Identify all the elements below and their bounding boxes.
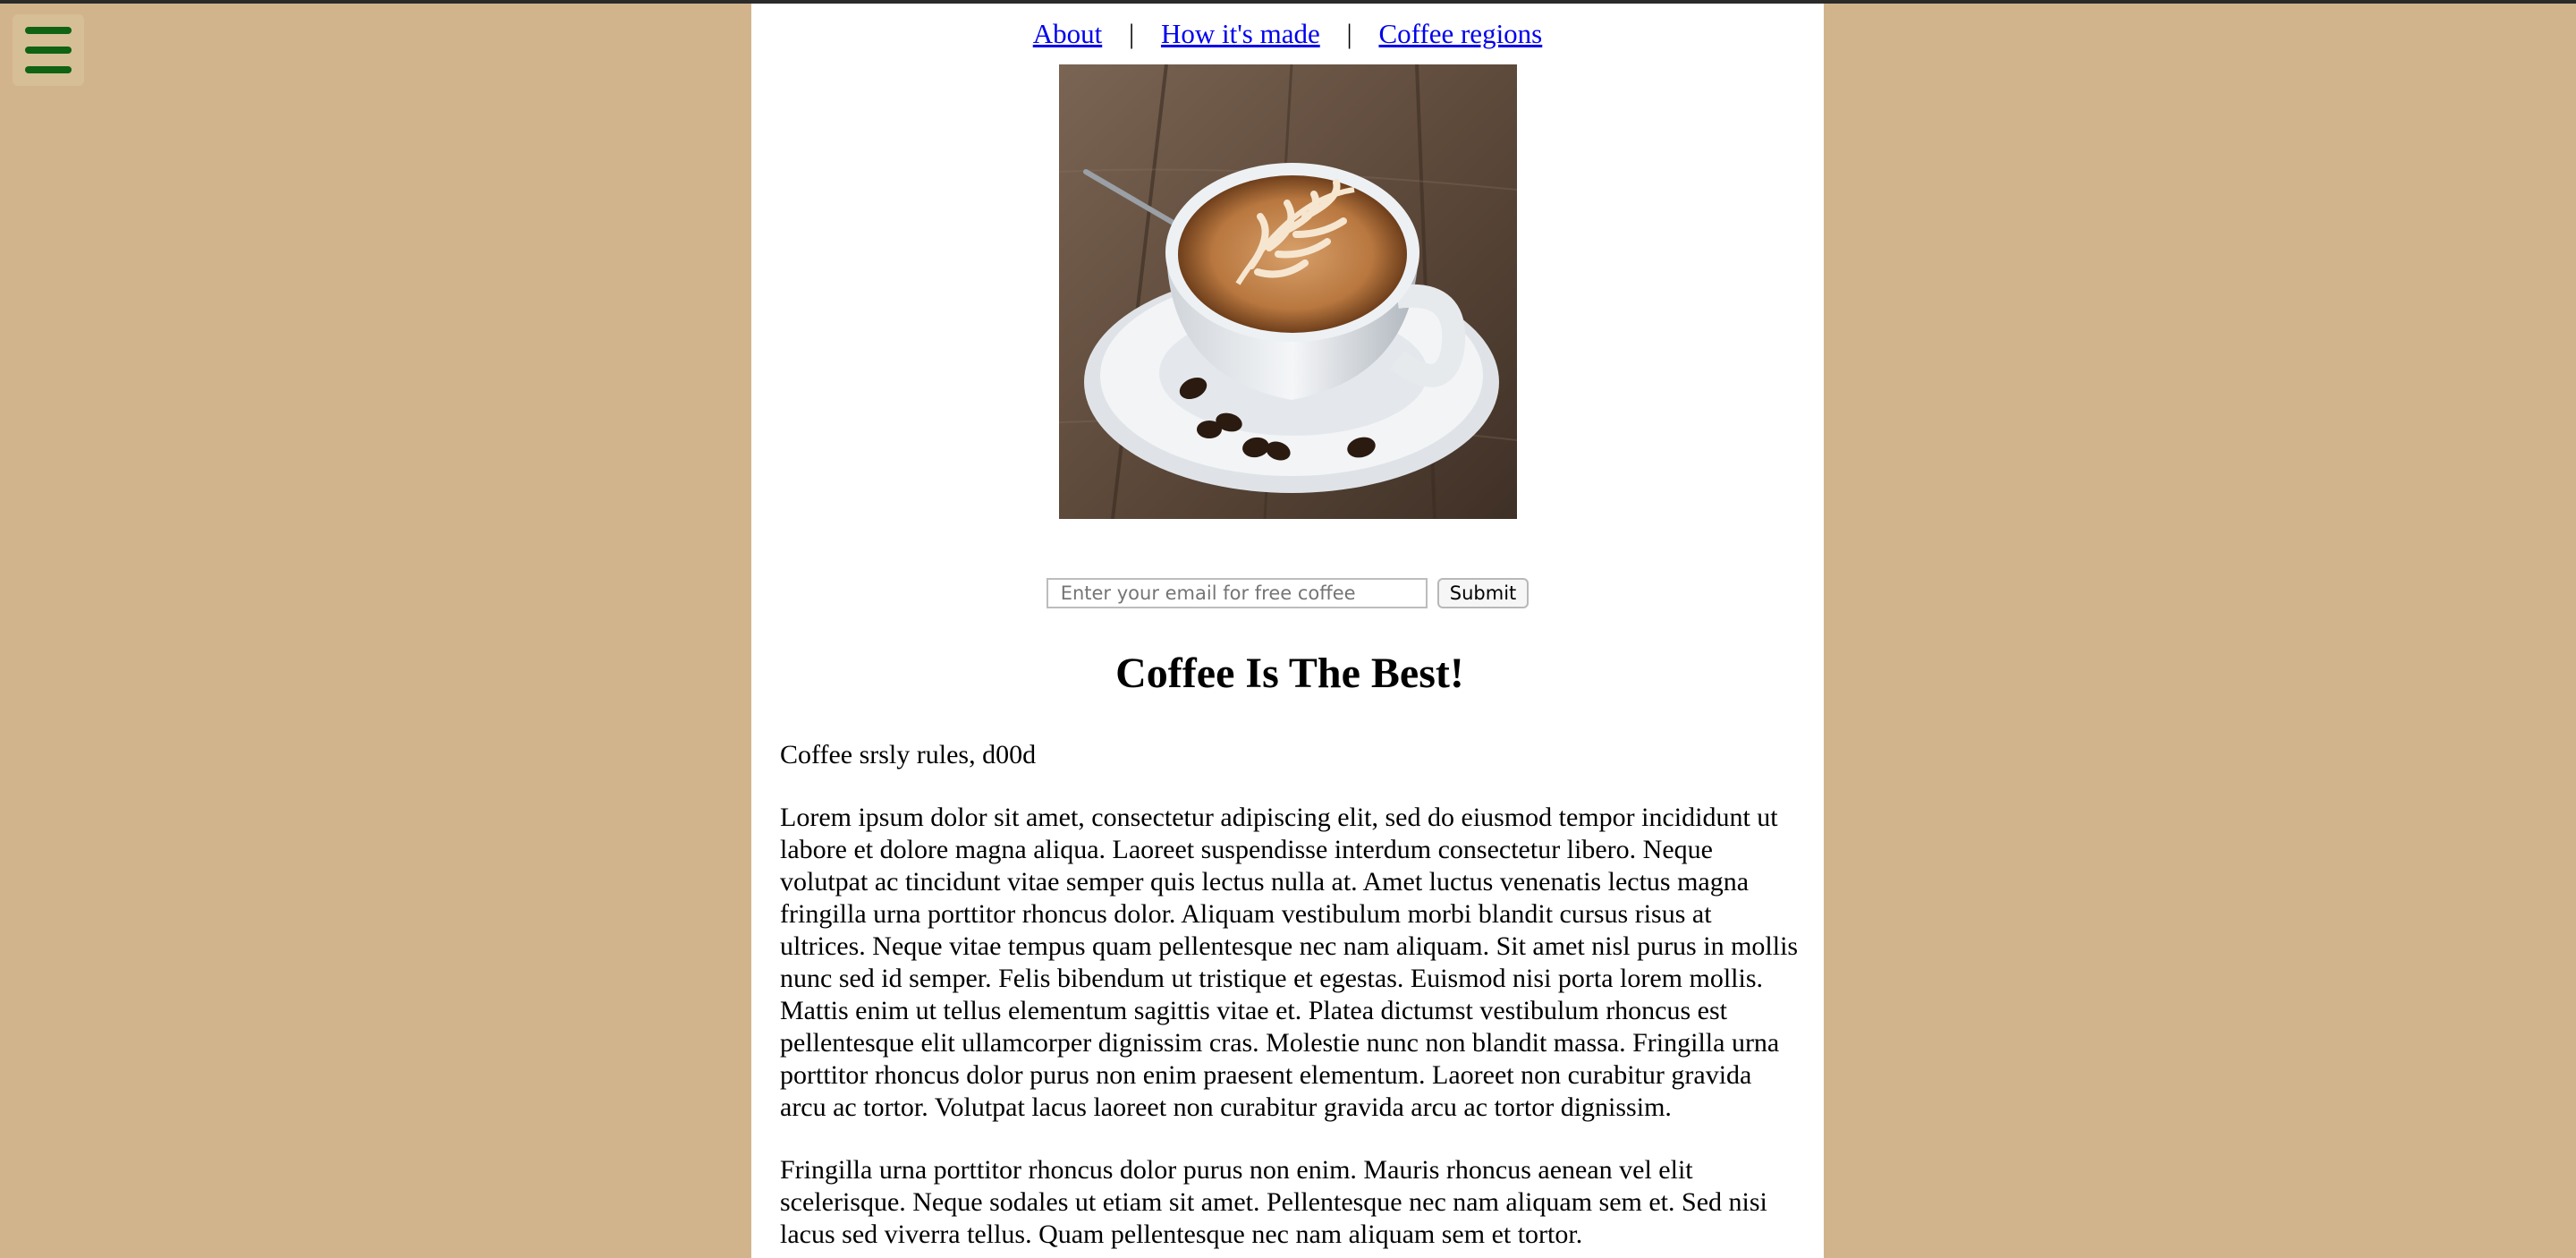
article-paragraph: Lorem ipsum dolor sit amet, consectetur … bbox=[780, 803, 1799, 1122]
menu-bar-line bbox=[25, 47, 72, 54]
hamburger-menu-icon[interactable] bbox=[13, 14, 84, 86]
page-title: Coffee Is The Best! bbox=[1115, 650, 1464, 697]
submit-button[interactable]: Submit bbox=[1436, 578, 1530, 608]
nav-link-about[interactable]: About bbox=[1033, 18, 1103, 49]
nav-separator: | bbox=[1128, 18, 1135, 49]
article: Coffee Is The Best! Coffee srsly rules, … bbox=[780, 644, 1800, 1258]
menu-bar-line bbox=[25, 66, 72, 73]
tagline: Coffee srsly rules, d00d bbox=[780, 740, 1037, 769]
article-paragraph: Fringilla urna porttitor rhoncus dolor p… bbox=[780, 1155, 1767, 1249]
hero-coffee-image bbox=[1059, 64, 1517, 519]
window-top-edge bbox=[0, 0, 2576, 4]
email-input[interactable] bbox=[1046, 578, 1428, 608]
top-nav: About | How it's made | Coffee regions bbox=[751, 16, 1824, 52]
nav-separator: | bbox=[1346, 18, 1352, 49]
latte-cup-illustration bbox=[1059, 64, 1517, 519]
main-content-column: About | How it's made | Coffee regions E… bbox=[751, 4, 1824, 1258]
email-signup-form: Submit bbox=[751, 578, 1824, 608]
nav-link-coffee-regions[interactable]: Coffee regions bbox=[1378, 18, 1542, 49]
menu-bar-line bbox=[25, 27, 72, 34]
nav-link-how-its-made[interactable]: How it's made bbox=[1161, 18, 1320, 49]
